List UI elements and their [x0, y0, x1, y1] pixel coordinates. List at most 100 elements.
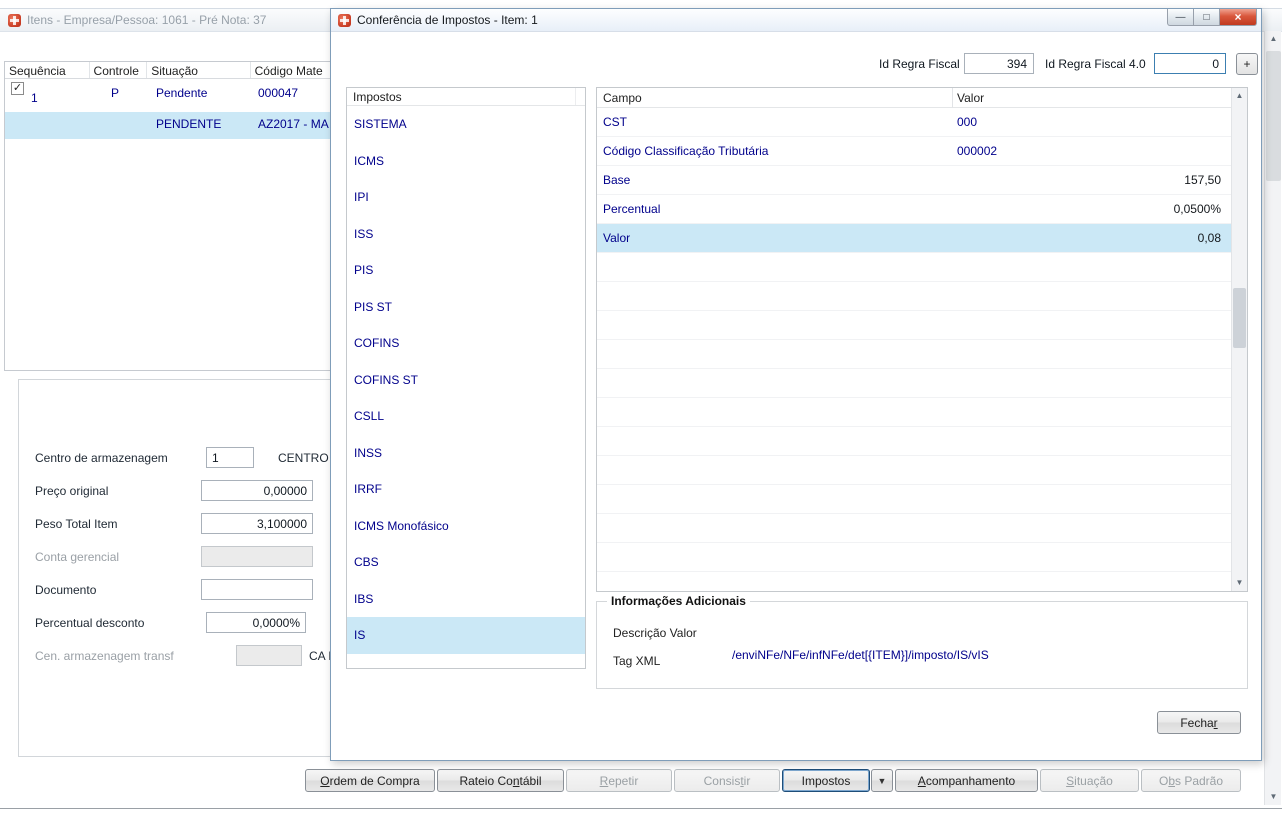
impostos-list-item[interactable]: INSS — [347, 435, 585, 472]
form-input-documento[interactable] — [201, 579, 313, 600]
button-ordem-de-compra[interactable]: Ordem de Compra — [305, 769, 435, 792]
form-input-conta-gerencial — [201, 546, 313, 567]
scroll-down-icon[interactable]: ▼ — [1265, 789, 1282, 805]
detail-table-empty-row — [597, 572, 1231, 591]
groupbox-title: Informações Adicionais — [607, 594, 750, 608]
id-regra-fiscal-40-input[interactable]: 0 — [1154, 53, 1226, 74]
tag-xml-label: Tag XML — [613, 654, 661, 668]
button-impostos[interactable]: Impostos — [782, 769, 870, 792]
app-icon — [8, 13, 21, 27]
impostos-list-item[interactable]: IS — [347, 617, 585, 654]
column-divider — [575, 88, 576, 105]
scroll-up-icon[interactable]: ▲ — [1265, 31, 1282, 47]
form-row: Centro de armazenagem 1 CENTRO — [19, 447, 377, 471]
detail-table-empty-row — [597, 340, 1231, 369]
button-situacao[interactable]: Situação — [1040, 769, 1139, 792]
form-input-cen-armazenagem-transf — [236, 645, 302, 666]
impostos-list-item[interactable]: PIS ST — [347, 289, 585, 326]
form-label-preco-original: Preço original — [35, 484, 109, 498]
window-vertical-scrollbar[interactable]: ▲ ▼ — [1264, 31, 1281, 805]
impostos-list-item[interactable]: ICMS — [347, 143, 585, 180]
detail-table-scrollbar[interactable]: ▲ ▼ — [1231, 88, 1247, 591]
impostos-list-item[interactable]: CBS — [347, 544, 585, 581]
button-rateio-contabil[interactable]: Rateio Co n tábil — [437, 769, 564, 792]
form-row: Cen. armazenagem transfCA EMBR — [19, 645, 377, 669]
detail-table-empty-row — [597, 369, 1231, 398]
grid-row-selected[interactable]: PENDENTE AZ2017 - MA — [5, 112, 363, 139]
impostos-list-item[interactable]: SISTEMA — [347, 106, 585, 143]
form-input-preco-original[interactable]: 0,00000 — [201, 480, 313, 501]
column-valor[interactable]: Valor — [957, 91, 984, 105]
scrollbar-thumb[interactable] — [1266, 51, 1281, 181]
grid-row[interactable]: ✓ 1 P Pendente 000047 — [5, 79, 363, 112]
valor-cell: 0,0500% — [1173, 202, 1221, 216]
cell-codigo: AZ2017 - MA — [258, 117, 329, 131]
campo-cell: CST — [603, 115, 627, 129]
form-row: Percentual desconto 0,0000% — [19, 612, 377, 636]
valor-cell: 0,08 — [1197, 231, 1221, 245]
cell-sequencia: 1 — [31, 91, 38, 105]
impostos-dropdown-button[interactable]: ▼ — [871, 769, 893, 792]
impostos-list-item[interactable]: ISS — [347, 216, 585, 253]
form-label-percentual-desconto: Percentual desconto — [35, 616, 145, 630]
grid-column-situacao[interactable]: Situação — [147, 62, 251, 78]
detail-table-row[interactable]: Base 157,50 — [597, 166, 1231, 195]
window-controls: — □ × — [1167, 9, 1257, 26]
impostos-list-item[interactable]: COFINS — [347, 325, 585, 362]
form-input-peso-total-item[interactable]: 3,100000 — [201, 513, 313, 534]
campo-cell: Código Classificação Tributária — [603, 144, 769, 158]
impostos-list-item[interactable]: COFINS ST — [347, 362, 585, 399]
item-detail-panel: Centro de armazenagem 1 CENTRO Preço origin… — [18, 379, 378, 757]
button-consistir[interactable]: Consis t ir — [674, 769, 780, 792]
detail-table-empty-row — [597, 514, 1231, 543]
modal-title: Conferência de Impostos - Item: 1 — [357, 13, 538, 27]
detail-table-header: Campo Valor — [597, 88, 1231, 108]
impostos-list-item[interactable]: IRRF — [347, 471, 585, 508]
form-input-centro-de-armazenagem[interactable]: 1 — [206, 447, 254, 468]
id-regra-fiscal-input[interactable]: 394 — [964, 53, 1034, 74]
tag-xml-value: /enviNFe/NFe/infNFe/det[{ITEM}]/imposto/… — [732, 648, 989, 662]
column-campo[interactable]: Campo — [603, 91, 642, 105]
add-button[interactable]: + — [1236, 53, 1258, 75]
button-repetir[interactable]: Repetir — [566, 769, 672, 792]
scroll-up-icon[interactable]: ▲ — [1232, 88, 1247, 104]
detail-table-empty-row — [597, 311, 1231, 340]
items-window-title: Itens - Empresa/Pessoa: 1061 - Pré Nota:… — [27, 13, 267, 27]
form-row: Documento — [19, 579, 377, 603]
button-acompanhamento[interactable]: Acompanhamento — [895, 769, 1038, 792]
button-obs-padrao[interactable]: Obs Padrão — [1141, 769, 1241, 792]
grid-column-controle[interactable]: Controle — [90, 62, 148, 78]
row-checkbox[interactable]: ✓ — [11, 82, 24, 95]
close-button[interactable]: × — [1219, 9, 1257, 26]
descricao-valor-label: Descrição Valor — [613, 626, 697, 640]
grid-header: Sequência Controle Situação Código Mate — [5, 62, 363, 79]
detail-table-empty-row — [597, 485, 1231, 514]
form-label-documento: Documento — [35, 583, 97, 597]
scroll-down-icon[interactable]: ▼ — [1232, 575, 1247, 591]
detail-table-empty-row — [597, 456, 1231, 485]
impostos-list-item[interactable]: PIS — [347, 252, 585, 289]
form-row: Preço original 0,00000 — [19, 480, 377, 504]
detail-table-empty-row — [597, 427, 1231, 456]
fechar-button[interactable]: Fecha r — [1157, 711, 1241, 734]
valor-cell: 000 — [957, 115, 978, 129]
form-label-peso-total-item: Peso Total Item — [35, 517, 118, 531]
informacoes-adicionais-groupbox: Informações Adicionais Descrição Valor T… — [596, 594, 1248, 689]
impostos-modal: Conferência de Impostos - Item: 1 — □ × … — [330, 8, 1262, 761]
modal-titlebar[interactable]: Conferência de Impostos - Item: 1 — [331, 9, 1261, 32]
detail-table-row[interactable]: Percentual 0,0500% — [597, 195, 1231, 224]
detail-table-row[interactable]: CST 000 — [597, 108, 1231, 137]
impostos-list-item[interactable]: CSLL — [347, 398, 585, 435]
minimize-button[interactable]: — — [1167, 9, 1194, 26]
scrollbar-thumb[interactable] — [1233, 288, 1246, 348]
campo-cell: Base — [603, 173, 631, 187]
maximize-button[interactable]: □ — [1193, 9, 1220, 26]
impostos-list-item[interactable]: IPI — [347, 179, 585, 216]
form-label-cen-armazenagem-transf: Cen. armazenagem transf — [35, 649, 174, 663]
grid-column-sequencia[interactable]: Sequência — [5, 62, 90, 78]
detail-table-row[interactable]: Valor 0,08 — [597, 224, 1231, 253]
form-input-percentual-desconto[interactable]: 0,0000% — [206, 612, 306, 633]
detail-table-row[interactable]: Código Classificação Tributária 000002 — [597, 137, 1231, 166]
impostos-list-item[interactable]: ICMS Monofásico — [347, 508, 585, 545]
impostos-list-item[interactable]: IBS — [347, 581, 585, 618]
